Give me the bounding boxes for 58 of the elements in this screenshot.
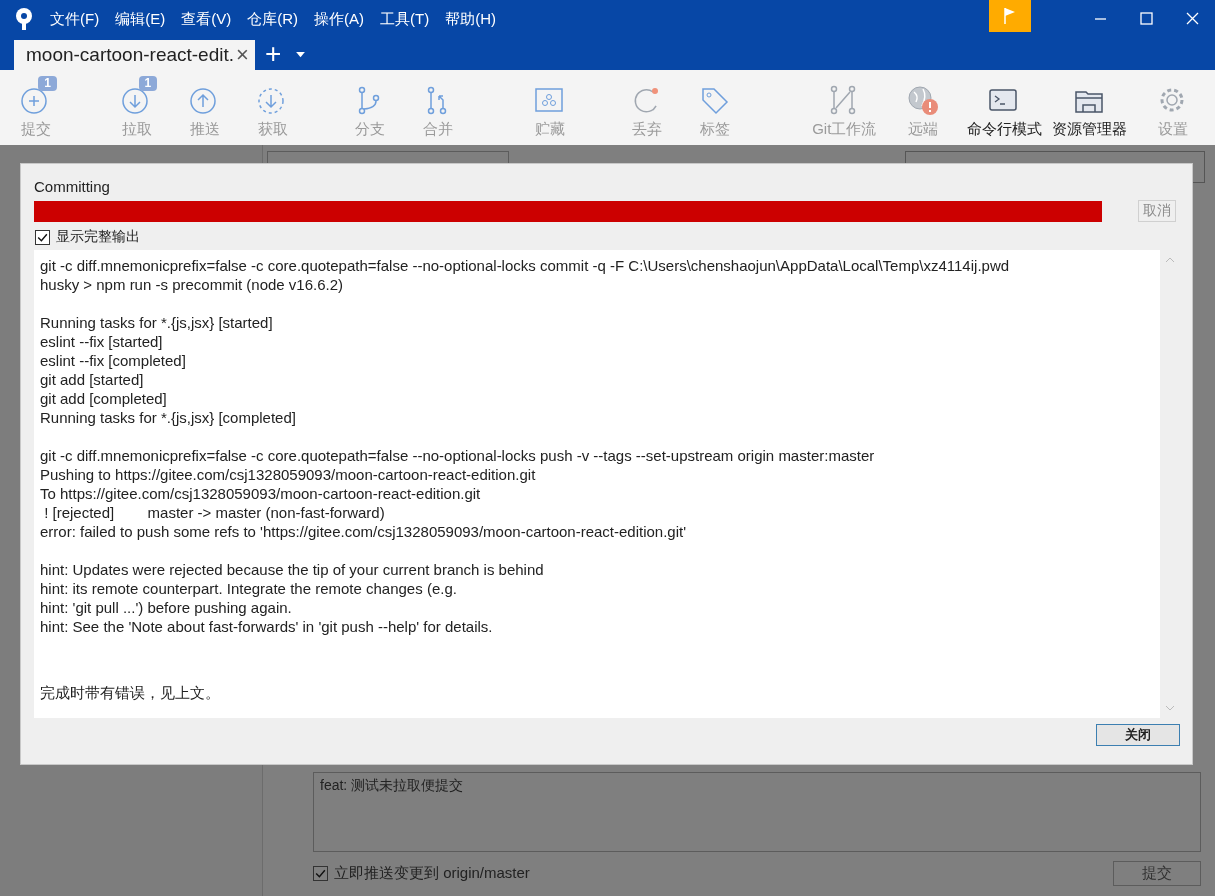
toolbar-button[interactable]: 获取 [247,76,300,139]
output-line: git -c diff.mnemonicprefix=false -c core.quotepath=false --no-optional-locks commit -q -F C:\Users\chenshaojun\AppData\Local\Temp\xz4114ij.pwd [40,256,1010,275]
flag-icon[interactable] [989,0,1031,32]
output-line: hint: 'git pull ...') before pushing again. [40,598,292,617]
output-line: hint: Updates were rejected because the tip of your current branch is behind [40,560,544,579]
commit-message-field[interactable]: feat: 测试未拉取便提交 [313,772,1201,852]
output-line: Running tasks for *.{js,jsx} [completed] [40,408,296,427]
output-line: husky > npm run -s precommit (node v16.6.2) [40,275,344,294]
checkbox[interactable] [35,229,50,245]
menu-item[interactable]: 编辑(E) [115,9,166,29]
output-line: hint: its remote counterpart. Integrate the remote changes (e.g. [40,579,457,598]
output-line: git -c diff.mnemonicprefix=false -c core.quotepath=false --no-optional-locks push -v --tags --set-upstream origin master:master [40,446,875,465]
close-button[interactable]: 关闭 [1096,724,1180,746]
repo-tab[interactable]: moon-cartoon-react-edit.× [14,40,255,70]
toolbar-button[interactable]: 1 提交 [10,76,63,139]
toolbar-button[interactable]: 1 拉取 [110,76,163,139]
toolbar-button[interactable]: 贮藏 [524,76,577,139]
result-message: 完成时带有错误，见上文。 [40,683,220,702]
menu-item[interactable]: 帮助(H) [445,9,496,29]
menu-item[interactable]: 工具(T) [380,9,430,29]
toolbar-button[interactable]: 命令行模式 [965,76,1044,139]
toolbar-button[interactable]: Git工作流 [807,76,882,139]
scroll-down-icon[interactable] [1164,704,1176,712]
toolbar-button[interactable]: 推送 [178,76,232,139]
dialog-title: Committing [34,178,111,195]
toolbar-button[interactable]: 丢弃 [620,76,673,139]
menu-item[interactable]: 文件(F) [50,9,100,29]
output-line: error: failed to push some refs to 'https://gitee.com/csj1328059093/moon-cartoon-react-edition.git' [40,522,687,541]
toolbar-button[interactable]: 资源管理器 [1051,76,1129,139]
output-line: ! [rejected] master -> master (non-fast-forward) [43,503,385,522]
checkbox[interactable] [313,866,328,881]
scroll-up-icon[interactable] [1164,256,1176,264]
output-line: git add [started] [40,370,144,389]
output-line: git add [completed] [40,389,167,408]
count-badge: 1 [38,76,57,91]
output-line: eslint --fix [completed] [40,351,186,370]
caret-icon[interactable] [295,51,307,58]
output-line: To https://gitee.com/csj1328059093/moon-cartoon-react-edition.git [40,484,481,503]
output-line: hint: See the 'Note about fast-forwards' in 'git push --help' for details. [40,617,493,636]
menu-item[interactable]: 仓库(R) [247,9,298,29]
toolbar-button[interactable]: 标签 [689,76,742,139]
output-line: eslint --fix [started] [40,332,163,351]
count-badge: 1 [138,76,158,91]
commit-button[interactable]: 提交 [1113,861,1201,886]
cancel-button[interactable]: 取消 [1138,200,1176,222]
checkbox-label: 立即推送变更到 origin/master [334,864,530,883]
menu-item[interactable]: 查看(V) [181,9,232,29]
menu-item[interactable]: 操作(A) [314,9,364,29]
app-logo-icon [14,7,34,31]
close-tab-icon[interactable]: × [236,42,249,68]
toolbar-button[interactable]: 合并 [411,76,465,139]
toolbar-button[interactable]: 设置 [1146,76,1199,139]
toolbar-button[interactable]: 分支 [343,76,396,139]
add-tab-button[interactable]: + [264,40,282,70]
output-line: Running tasks for *.{js,jsx} [started] [40,313,273,332]
toolbar-button[interactable]: 远端 [897,76,950,139]
checkbox-label: 显示完整输出 [56,228,140,246]
output-line: Pushing to https://gitee.com/csj1328059093/moon-cartoon-react-edition.git [40,465,536,484]
